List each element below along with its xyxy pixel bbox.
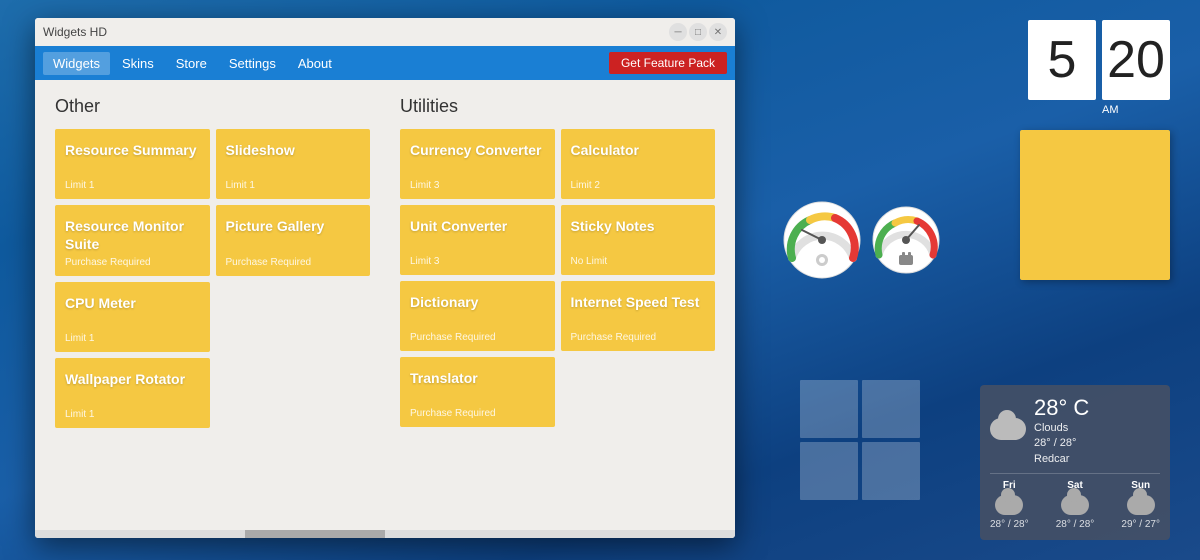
gauge-right	[869, 203, 944, 278]
widget-picture-gallery[interactable]: Picture Gallery Purchase Required	[216, 205, 371, 276]
weather-description: Clouds 28° / 28° Redcar	[1034, 421, 1089, 467]
scrollbar-thumb[interactable]	[245, 530, 385, 538]
widget-currency-converter[interactable]: Currency Converter Limit 3	[400, 129, 555, 199]
widget-dictionary[interactable]: Dictionary Purchase Required	[400, 281, 555, 351]
menu-store[interactable]: Store	[166, 52, 217, 75]
widget-calculator[interactable]: Calculator Limit 2	[561, 129, 716, 199]
widget-translator[interactable]: Translator Purchase Required	[400, 357, 555, 427]
widget-slideshow[interactable]: Slideshow Limit 1	[216, 129, 371, 199]
utilities-widget-grid: Currency Converter Limit 3 Calculator Li…	[400, 129, 715, 427]
utilities-section-title: Utilities	[400, 96, 715, 117]
widget-wallpaper-rotator[interactable]: Wallpaper Rotator Limit 1	[55, 358, 210, 428]
menu-about[interactable]: About	[288, 52, 342, 75]
feature-pack-button[interactable]: Get Feature Pack	[609, 52, 727, 74]
forecast-sat: Sat 28° / 28°	[1056, 480, 1095, 530]
weather-icon	[990, 418, 1026, 440]
forecast-sat-icon	[1061, 495, 1089, 515]
clock-hour: 5	[1028, 20, 1096, 100]
forecast-sun: Sun 29° / 27°	[1121, 480, 1160, 530]
weather-widget: 28° C Clouds 28° / 28° Redcar Fri 28° / …	[980, 385, 1170, 540]
other-section-title: Other	[55, 96, 370, 117]
widget-unit-converter[interactable]: Unit Converter Limit 3	[400, 205, 555, 275]
other-section: Other Resource Summary Limit 1 Slideshow…	[55, 96, 370, 514]
menu-settings[interactable]: Settings	[219, 52, 286, 75]
gauge-left	[780, 198, 865, 283]
menu-skins[interactable]: Skins	[112, 52, 164, 75]
sticky-note-widget[interactable]	[1020, 130, 1170, 280]
app-window: Widgets HD ─ □ ✕ Widgets Skins Store Set…	[35, 18, 735, 538]
widget-sticky-notes[interactable]: Sticky Notes No Limit	[561, 205, 716, 275]
windows-logo	[800, 380, 920, 500]
forecast-sun-icon	[1127, 495, 1155, 515]
weather-temperature: 28° C	[1034, 395, 1089, 421]
clock-minute: 20	[1102, 20, 1170, 100]
gauge-widget	[780, 180, 960, 300]
forecast-fri: Fri 28° / 28°	[990, 480, 1029, 530]
widget-internet-speed-test[interactable]: Internet Speed Test Purchase Required	[561, 281, 716, 351]
utilities-section: Utilities Currency Converter Limit 3 Cal…	[400, 96, 715, 514]
content-area: Other Resource Summary Limit 1 Slideshow…	[35, 80, 735, 530]
widget-resource-monitor[interactable]: Resource Monitor Suite Purchase Required	[55, 205, 210, 276]
menu-widgets[interactable]: Widgets	[43, 52, 110, 75]
title-bar: Widgets HD ─ □ ✕	[35, 18, 735, 46]
menu-bar: Widgets Skins Store Settings About Get F…	[35, 46, 735, 80]
widget-resource-summary[interactable]: Resource Summary Limit 1	[55, 129, 210, 199]
clock-widget: 5 20 AM	[1028, 20, 1170, 116]
weather-forecast: Fri 28° / 28° Sat 28° / 28° Sun 29° / 27…	[990, 473, 1160, 530]
window-scrollbar[interactable]	[35, 530, 735, 538]
maximize-button[interactable]: □	[689, 23, 707, 41]
forecast-fri-icon	[995, 495, 1023, 515]
close-button[interactable]: ✕	[709, 23, 727, 41]
app-title: Widgets HD	[43, 25, 107, 39]
other-widget-grid: Resource Summary Limit 1 Slideshow Limit…	[55, 129, 370, 428]
window-controls: ─ □ ✕	[669, 23, 727, 41]
clock-period: AM	[1102, 104, 1119, 116]
widget-cpu-meter[interactable]: CPU Meter Limit 1	[55, 282, 210, 352]
minimize-button[interactable]: ─	[669, 23, 687, 41]
